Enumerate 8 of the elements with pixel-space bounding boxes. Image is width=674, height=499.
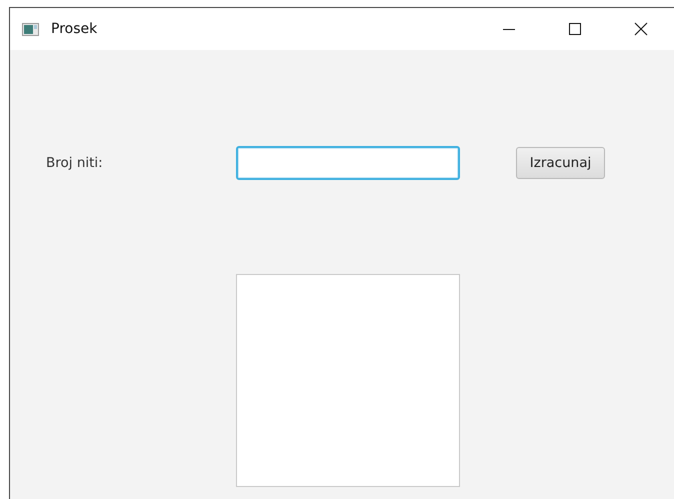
calculate-button[interactable]: Izracunaj [516,147,605,179]
close-icon [634,22,648,36]
output-text-area[interactable] [236,274,460,487]
field-label: Broj niti: [46,155,104,171]
input-field[interactable] [236,146,460,180]
maximize-icon [569,23,581,35]
window-title: Prosek [51,21,98,37]
app-icon [22,22,39,36]
